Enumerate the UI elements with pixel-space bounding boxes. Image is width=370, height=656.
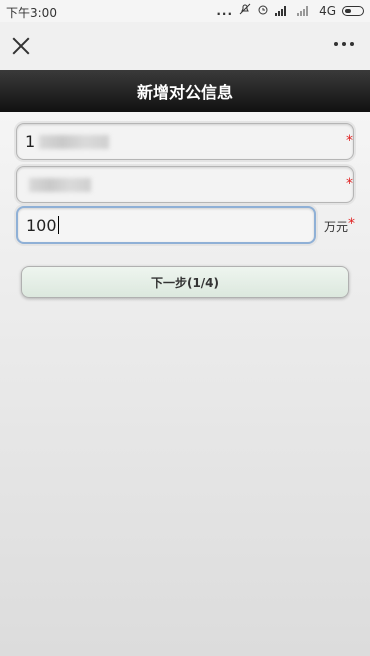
amount-unit: 万元 bbox=[324, 220, 349, 234]
required-mark-1: * bbox=[346, 133, 353, 149]
text-caret bbox=[57, 216, 59, 234]
redacted-text bbox=[29, 177, 91, 192]
more-icon[interactable] bbox=[334, 42, 354, 46]
signal-icon bbox=[275, 5, 291, 16]
signal-icon-2 bbox=[297, 5, 313, 16]
required-mark-2: * bbox=[346, 176, 353, 192]
redacted-text bbox=[39, 134, 110, 149]
company-field[interactable]: 1 bbox=[16, 123, 354, 160]
amount-input[interactable]: 100 bbox=[16, 206, 316, 244]
page-title: 新增对公信息 bbox=[0, 70, 370, 112]
status-bar: 下午3:00 ... 4G bbox=[0, 0, 370, 22]
mute-icon bbox=[239, 3, 251, 18]
status-time: 下午3:00 bbox=[6, 6, 57, 20]
company-field-value: 1 bbox=[25, 132, 36, 151]
amount-value: 100 bbox=[26, 215, 57, 235]
battery-icon bbox=[342, 5, 364, 16]
navbar bbox=[0, 22, 370, 70]
form-area: 1 * * 100 万元 * 下一步(1/4) bbox=[0, 112, 370, 656]
network-type: 4G bbox=[319, 3, 336, 18]
address-field[interactable] bbox=[16, 166, 354, 203]
status-more: ... bbox=[216, 3, 234, 18]
next-step-button[interactable]: 下一步(1/4) bbox=[21, 266, 349, 298]
required-mark-3: * bbox=[348, 216, 355, 232]
close-icon[interactable] bbox=[10, 35, 32, 57]
alarm-icon bbox=[257, 3, 269, 18]
status-icons: ... 4G bbox=[216, 3, 364, 18]
